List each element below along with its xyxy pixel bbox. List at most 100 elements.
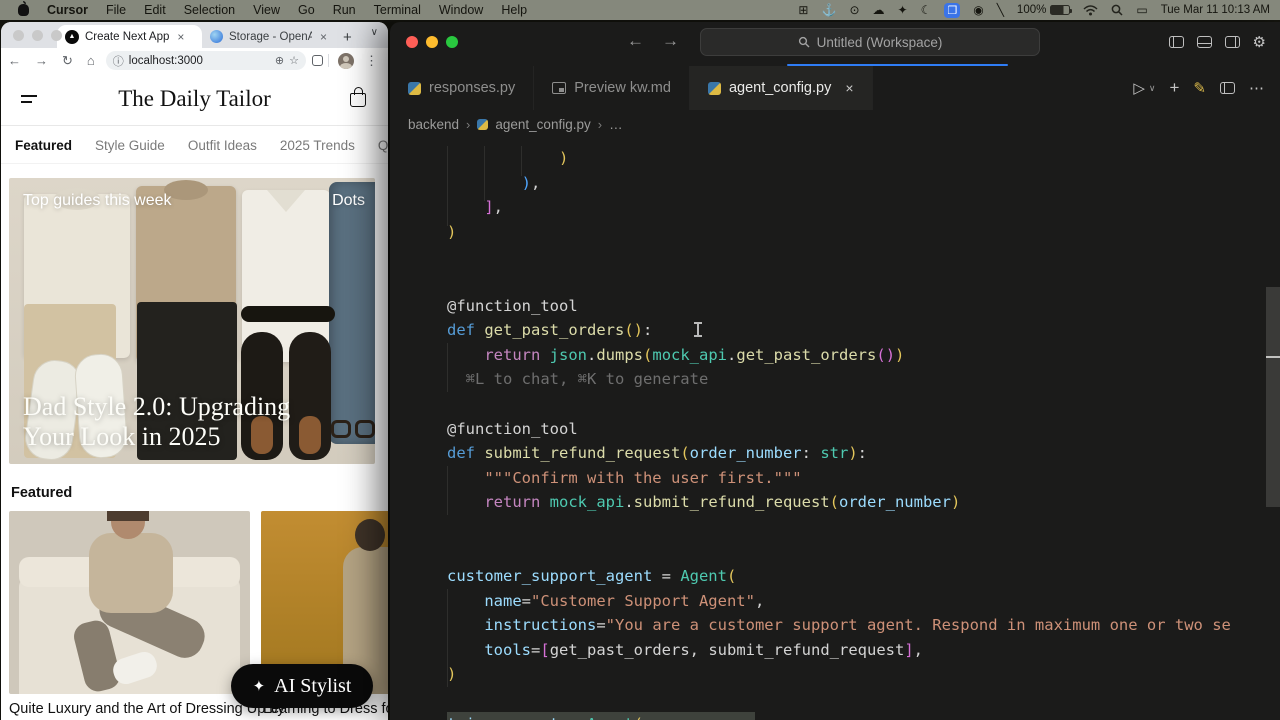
screen-mirroring-icon[interactable]: ❐ [944,3,960,18]
browser-tab-create-next-app[interactable]: ▲ Create Next App × [57,25,202,48]
lock-icon[interactable]: ⊙ [849,4,859,16]
menu-item-view[interactable]: View [253,3,280,17]
featured-card-1-image[interactable] [9,511,250,694]
code-editor[interactable]: ) ), ],)@function_tooldef get_past_order… [390,138,1280,720]
reload-button[interactable]: ↻ [55,53,80,69]
raycast-icon[interactable]: ✦ [898,4,908,16]
breadcrumb-symbol-more[interactable]: … [609,117,623,132]
menu-item-help[interactable]: Help [501,3,527,17]
cloud-icon[interactable]: ☁ [873,4,885,16]
menu-item-run[interactable]: Run [333,3,356,17]
code-line[interactable]: def get_past_orders(): [447,318,1280,343]
display-icon[interactable]: ▭ [1136,4,1147,16]
code-line[interactable] [447,392,1280,417]
pen-icon[interactable]: ╲ [997,4,1004,16]
breadcrumb-folder[interactable]: backend [408,117,459,132]
code-line[interactable]: ], [447,195,1280,220]
toggle-primary-sidebar-icon[interactable] [1169,36,1184,48]
nav-item-style-guide[interactable]: Style Guide [95,138,165,153]
code-line[interactable]: ) [447,146,1280,171]
history-back-icon[interactable]: ← [627,31,644,51]
code-line[interactable]: return json.dumps(mock_api.get_past_orde… [447,343,1280,368]
record-icon[interactable]: ◉ [973,4,983,16]
moon-icon[interactable]: ☾ [921,4,932,16]
highlighter-icon[interactable]: ✎ [1193,79,1206,97]
code-line[interactable] [447,515,1280,540]
code-line[interactable]: ), [447,171,1280,196]
command-center-search[interactable]: Untitled (Workspace) [700,28,1040,56]
close-tab-icon[interactable]: × [318,30,327,44]
toggle-panel-icon[interactable] [1197,36,1212,48]
menu-clock[interactable]: Tue Mar 11 10:13 AM [1161,4,1270,16]
tab-responses-py[interactable]: responses.py [390,66,534,110]
more-actions-icon[interactable]: ⋯ [1249,79,1264,97]
close-tab-icon[interactable]: × [845,80,853,96]
code-line[interactable]: triage_agent = Agent( [447,712,755,720]
bookmark-star-icon[interactable]: ☆ [289,54,299,67]
close-window-icon[interactable] [13,30,24,41]
code-line[interactable]: """Confirm with the user first.""" [447,466,1280,491]
code-line[interactable]: return mock_api.submit_refund_request(or… [447,490,1280,515]
minimize-window-icon[interactable] [32,30,43,41]
code-line[interactable]: def submit_refund_request(order_number: … [447,441,1280,466]
window-controls[interactable] [406,36,458,48]
code-line[interactable]: tools=[get_past_orders, submit_refund_re… [447,638,1280,663]
code-line[interactable] [447,540,1280,565]
ai-stylist-button[interactable]: ✦ AI Stylist [231,664,373,708]
editor-scrollbar[interactable] [1266,138,1280,720]
address-bar[interactable]: ⓘ localhost:3000 ⊕ ☆ [106,51,306,70]
forward-button[interactable]: → [28,53,55,68]
run-button-icon[interactable]: ▷ [1133,79,1145,97]
docker-icon[interactable]: ⚓ [821,4,836,16]
zoom-window-icon[interactable] [446,36,458,48]
code-line[interactable]: customer_support_agent = Agent( [447,564,1280,589]
breadcrumb-file[interactable]: agent_config.py [495,117,590,132]
new-tab-button[interactable]: + [335,29,360,48]
zoom-page-icon[interactable]: ⊕ [275,54,284,67]
zoom-window-icon[interactable] [51,30,62,41]
menu-item-file[interactable]: File [106,3,126,17]
tab-agent-config-py[interactable]: agent_config.py × [690,66,873,110]
apple-logo-icon[interactable] [18,4,29,16]
nav-item-outfit-ideas[interactable]: Outfit Ideas [188,138,257,153]
settings-gear-icon[interactable]: ⚙ [1253,33,1266,51]
battery-indicator[interactable]: 100% [1017,4,1070,16]
code-line[interactable] [447,269,1280,294]
code-line[interactable]: instructions="You are a customer support… [447,613,1280,638]
nav-item-qa[interactable]: Q&A [378,138,388,153]
toggle-secondary-sidebar-icon[interactable] [1225,36,1240,48]
grid-icon[interactable]: ⊞ [798,4,808,16]
wifi-icon[interactable] [1083,5,1098,16]
code-line[interactable] [447,244,1280,269]
shopping-bag-icon[interactable] [350,93,366,107]
tab-search-chevron-icon[interactable]: ∨ [371,27,378,38]
hero-image[interactable]: Top guides this week Dots Dad Style 2.0:… [9,178,375,464]
menu-app-name[interactable]: Cursor [47,3,88,17]
nav-item-2025-trends[interactable]: 2025 Trends [280,138,355,153]
extensions-icon[interactable] [312,55,323,66]
minimize-window-icon[interactable] [426,36,438,48]
browser-tab-storage-openai[interactable]: Storage - OpenAI A × [202,25,335,48]
new-file-icon[interactable]: + [1169,78,1179,98]
code-line[interactable]: name="Customer Support Agent", [447,589,1280,614]
home-button[interactable]: ⌂ [80,53,102,68]
scrollbar-thumb[interactable] [1266,287,1280,507]
close-tab-icon[interactable]: × [175,30,184,44]
search-icon[interactable] [1111,4,1123,16]
menu-item-go[interactable]: Go [298,3,315,17]
code-line[interactable]: @function_tool [447,417,1280,442]
code-line[interactable]: ⌘L to chat, ⌘K to generate [447,367,1280,392]
menu-item-terminal[interactable]: Terminal [374,3,421,17]
nav-item-featured[interactable]: Featured [15,138,72,153]
code-line[interactable] [447,687,1280,712]
run-options-chevron-icon[interactable]: ∨ [1149,83,1156,94]
tab-preview-kw-md[interactable]: Preview kw.md [534,66,690,110]
address-url[interactable]: localhost:3000 [129,55,270,67]
profile-avatar[interactable] [338,53,354,69]
menu-item-edit[interactable]: Edit [144,3,166,17]
history-forward-icon[interactable]: → [662,31,679,51]
code-line[interactable]: @function_tool [447,294,1280,319]
window-controls[interactable] [13,30,62,41]
code-line[interactable]: ) [447,220,1280,245]
browser-menu-icon[interactable]: ⋮ [358,53,388,69]
